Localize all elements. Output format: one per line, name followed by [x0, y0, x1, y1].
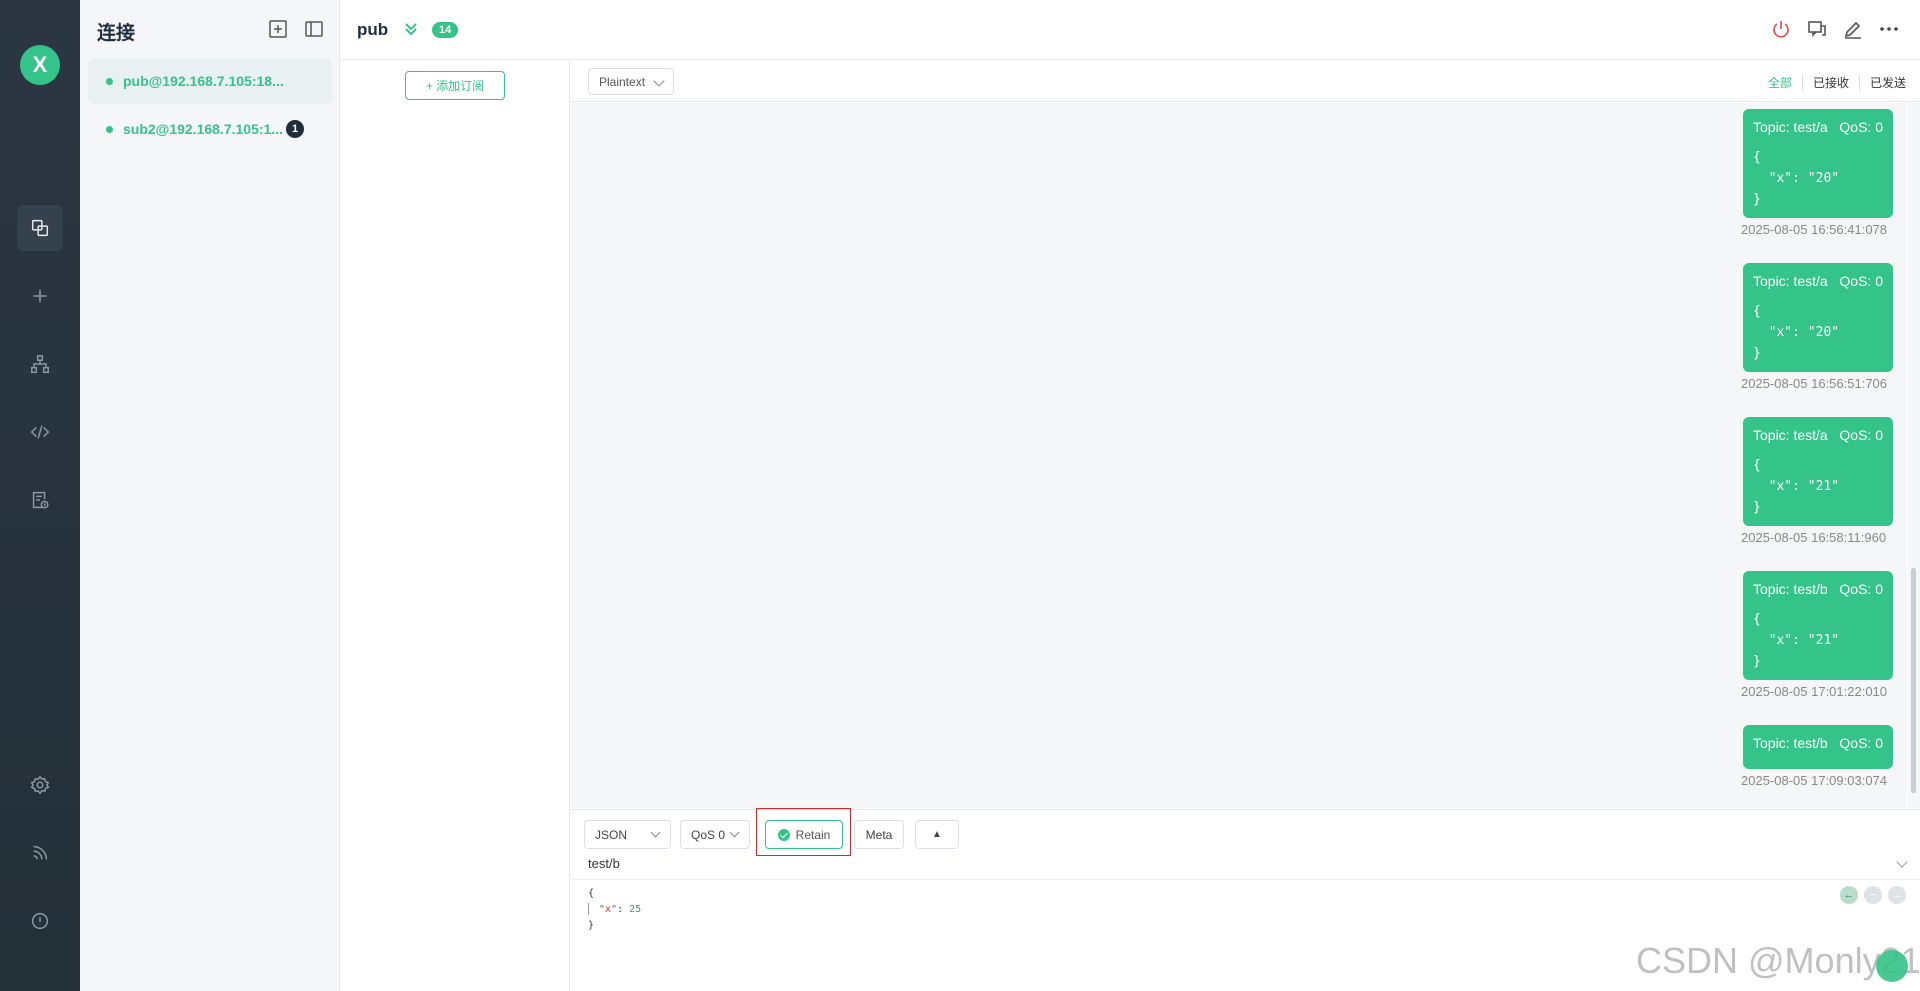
- connection-item-sub2[interactable]: sub2@192.168.7.105:1... 1: [88, 106, 332, 152]
- message-qos: QoS: 0: [1839, 581, 1883, 597]
- subscriptions-panel: + 添加订阅: [340, 60, 570, 991]
- payload-format-value: JSON: [595, 827, 628, 842]
- qos-select[interactable]: QoS 0: [680, 820, 750, 849]
- message-topic: Topic: test/a: [1753, 273, 1828, 289]
- receive-format-select[interactable]: Plaintext: [588, 68, 674, 95]
- info-icon[interactable]: [17, 898, 63, 944]
- message-qos: QoS: 0: [1839, 735, 1883, 751]
- message-item[interactable]: Topic: test/b QoS: 0 2025-08-05 17:09:03:…: [1741, 725, 1893, 788]
- log-icon[interactable]: [17, 477, 63, 523]
- message-bubble: Topic: test/a QoS: 0 { "x": "20" }: [1743, 109, 1893, 218]
- message-qos: QoS: 0: [1839, 427, 1883, 443]
- message-topic: Topic: test/b: [1753, 581, 1828, 597]
- retain-toggle[interactable]: Retain: [765, 820, 843, 849]
- message-payload: { "x": "20" }: [1753, 150, 1840, 207]
- app-rail: X: [0, 0, 80, 991]
- edit-icon[interactable]: [1842, 18, 1864, 40]
- message-item[interactable]: Topic: test/b QoS: 0 { "x": "21" } 2025-0…: [1741, 571, 1893, 699]
- chevron-down-icon: [650, 827, 661, 838]
- message-bubble: Topic: test/b QoS: 0 { "x": "21" }: [1743, 571, 1893, 680]
- message-payload: { "x": "20" }: [1753, 304, 1840, 361]
- app-logo: X: [20, 45, 60, 85]
- retain-label: Retain: [795, 827, 831, 842]
- minus-icon[interactable]: −: [1864, 886, 1882, 904]
- message-count-badge: 14: [432, 22, 459, 38]
- message-time: 2025-08-05 17:01:22:010: [1741, 684, 1888, 699]
- indent-guide: [588, 903, 589, 915]
- add-subscription-button[interactable]: + 添加订阅: [405, 71, 505, 100]
- connection-name: pub@192.168.7.105:18...: [123, 73, 284, 89]
- message-bubble: Topic: test/a QoS: 0 { "x": "20" }: [1743, 263, 1893, 372]
- message-time: 2025-08-05 16:58:11:960: [1741, 530, 1887, 545]
- caret-up-icon: ▲: [932, 829, 942, 840]
- check-circle-icon: [777, 828, 790, 841]
- topology-icon[interactable]: [17, 341, 63, 387]
- message-qos: QoS: 0: [1839, 273, 1883, 289]
- filter-all[interactable]: 全部: [1758, 74, 1792, 91]
- code-icon[interactable]: [17, 409, 63, 455]
- payload-value: 25: [629, 904, 642, 915]
- chevron-down-icon[interactable]: [1896, 856, 1908, 868]
- message-bubble: Topic: test/b QoS: 0: [1743, 725, 1893, 769]
- payload-brace-close: }: [588, 920, 595, 931]
- connections-title: 连接: [97, 23, 136, 44]
- chat-icon[interactable]: [1806, 18, 1828, 40]
- chevron-down-icon: [729, 827, 740, 838]
- scrollbar-thumb[interactable]: [1911, 568, 1916, 793]
- message-qos: QoS: 0: [1839, 119, 1883, 135]
- message-topic: Topic: test/b: [1753, 735, 1828, 751]
- payload-brace-open: {: [588, 888, 595, 899]
- filter-received[interactable]: 已接收: [1801, 74, 1849, 91]
- unread-badge: 1: [286, 120, 304, 138]
- message-scrollbar[interactable]: [1908, 103, 1920, 808]
- payload-editor[interactable]: { "x": 25 }: [588, 886, 641, 934]
- expand-button[interactable]: ▲: [915, 820, 959, 849]
- qos-value: QoS 0: [691, 827, 726, 842]
- history-nav: ← − →: [1834, 886, 1906, 904]
- divider: [571, 879, 1920, 880]
- new-group-icon[interactable]: [268, 19, 288, 39]
- topic-input[interactable]: test/b: [588, 856, 620, 871]
- message-time: 2025-08-05 17:09:03:074: [1741, 773, 1888, 788]
- arrow-left-icon[interactable]: ←: [1840, 886, 1858, 904]
- status-dot: [106, 77, 113, 85]
- connections-panel: 连接 pub@192.168.7.105:18... sub2@192.168.…: [80, 0, 340, 991]
- connection-name: sub2@192.168.7.105:1...: [123, 121, 283, 137]
- messages-toolbar: Plaintext 全部 已接收 已发送: [571, 60, 1920, 102]
- message-item[interactable]: Topic: test/a QoS: 0 { "x": "20" } 2025-0…: [1741, 109, 1893, 237]
- arrow-right-icon[interactable]: →: [1888, 886, 1906, 904]
- payload-format-select[interactable]: JSON: [584, 820, 671, 849]
- status-dot: [106, 125, 113, 133]
- message-topic: Topic: test/a: [1753, 119, 1828, 135]
- message-time: 2025-08-05 16:56:51:706: [1741, 376, 1888, 391]
- message-bubble: Topic: test/a QoS: 0 { "x": "21" }: [1743, 417, 1893, 526]
- payload-key: "x": [599, 904, 618, 915]
- message-time: 2025-08-05 16:56:41:078: [1741, 222, 1888, 237]
- message-item[interactable]: Topic: test/a QoS: 0 { "x": "21" } 2025-0…: [1741, 417, 1893, 545]
- connection-item-pub[interactable]: pub@192.168.7.105:18...: [88, 58, 332, 104]
- payload-separator: :: [617, 904, 630, 915]
- receive-format-value: Plaintext: [599, 74, 646, 89]
- connection-title: pub: [357, 20, 389, 39]
- meta-button[interactable]: Meta: [854, 820, 904, 849]
- rss-icon[interactable]: [17, 830, 63, 876]
- plus-icon[interactable]: [17, 273, 63, 319]
- send-icon[interactable]: [1876, 950, 1908, 982]
- message-filter-tabs: 全部 已接收 已发送: [1748, 74, 1906, 91]
- chevron-down-icon: [653, 75, 665, 87]
- message-list: Topic: test/a QoS: 0 { "x": "20" } 2025-0…: [571, 103, 1907, 808]
- disconnect-icon[interactable]: [1770, 18, 1792, 40]
- message-payload: { "x": "21" }: [1753, 612, 1840, 669]
- message-item[interactable]: Topic: test/a QoS: 0 { "x": "20" } 2025-0…: [1741, 263, 1893, 391]
- chevron-double-down-icon[interactable]: [402, 20, 420, 43]
- connection-topbar: pub 14: [340, 0, 1920, 60]
- meta-label: Meta: [865, 827, 893, 842]
- filter-sent[interactable]: 已发送: [1858, 74, 1906, 91]
- toggle-panel-icon[interactable]: [304, 19, 324, 39]
- message-topic: Topic: test/a: [1753, 427, 1828, 443]
- settings-icon[interactable]: [17, 762, 63, 808]
- more-icon[interactable]: [1878, 18, 1900, 40]
- message-payload: { "x": "21" }: [1753, 458, 1840, 515]
- connections-icon[interactable]: [17, 205, 63, 251]
